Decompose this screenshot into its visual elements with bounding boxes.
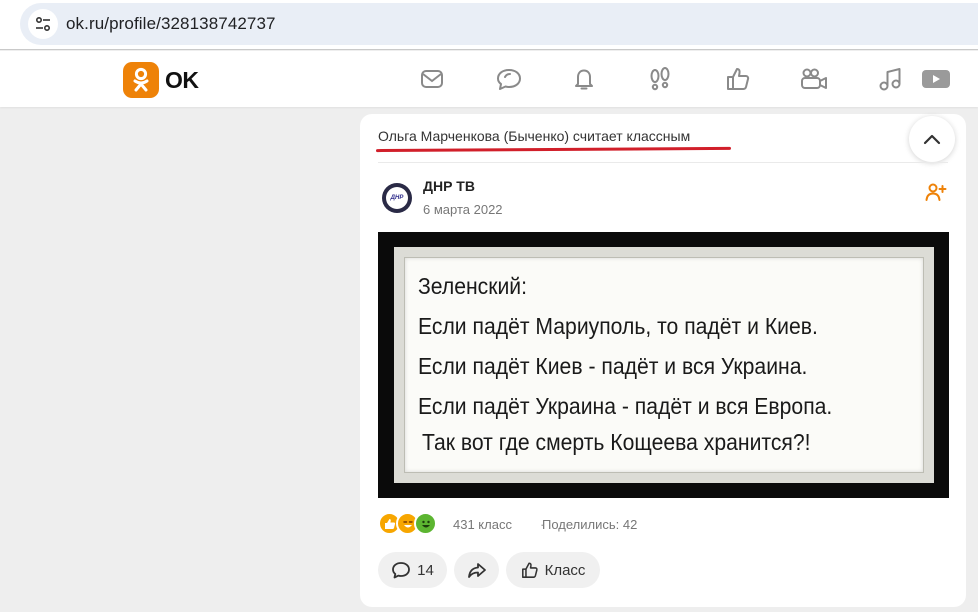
ok-logo-icon [123,62,159,98]
quote-line: Если падёт Украина - падёт и вся Европа. [418,393,833,419]
marks-icon[interactable] [724,65,752,93]
video-calls-icon[interactable] [800,65,828,93]
comments-count: 14 [417,561,434,579]
messages-icon[interactable] [418,65,446,93]
wow-reaction-icon [414,512,437,535]
discussions-icon[interactable] [495,65,523,93]
group-avatar-text: ДНР [386,187,408,209]
music-icon[interactable] [876,65,904,93]
liked-by-text[interactable]: Ольга Марченкова (Быченко) считает класс… [378,128,690,144]
join-group-icon[interactable] [925,181,947,203]
group-avatar[interactable]: ДНР [382,183,412,213]
divider [378,162,948,163]
ok-logo[interactable]: OK [123,62,199,98]
quote-line: Так вот где смерть Кощеева хранится?! [422,429,811,455]
collapse-button[interactable] [909,116,955,162]
annotation-underline [375,146,732,153]
chevron-up-icon [923,134,941,145]
notifications-icon[interactable] [570,65,598,93]
group-name-link[interactable]: ДНР ТВ [423,178,475,194]
quote-card: Зеленский: Если падёт Мариуполь, то падё… [404,257,924,473]
share-button[interactable] [454,552,499,588]
share-icon [467,563,486,578]
ok-logo-text: OK [165,66,199,93]
post-date[interactable]: 6 марта 2022 [423,202,503,217]
url-text[interactable]: ok.ru/profile/328138742737 [66,14,276,34]
class-button[interactable]: Класс [506,552,600,588]
quote-line: Если падёт Мариуполь, то падёт и Киев. [418,313,818,339]
likes-count[interactable]: 431 класс [453,517,512,532]
shares-count[interactable]: Поделились: 42 [542,517,637,532]
site-info-button[interactable] [28,9,58,39]
browser-toolbar: ok.ru/profile/328138742737 [0,0,978,50]
tune-icon [35,16,51,32]
class-button-label: Класс [544,561,586,579]
feed-post-card: Ольга Марченкова (Быченко) считает класс… [360,114,966,607]
video-icon[interactable] [922,65,950,93]
reaction-icons[interactable] [378,512,437,535]
comment-icon [392,562,411,579]
site-header: OK [0,51,978,107]
quote-line: Зеленский: [418,273,528,299]
guests-icon[interactable] [646,65,674,93]
comments-button[interactable]: 14 [378,552,447,588]
quote-frame: Зеленский: Если падёт Мариуполь, то падё… [394,247,934,483]
post-image[interactable]: Зеленский: Если падёт Мариуполь, то падё… [378,232,949,498]
address-bar[interactable]: ok.ru/profile/328138742737 [20,3,978,45]
quote-line: Если падёт Киев - падёт и вся Украина. [418,353,808,379]
thumbs-up-icon [521,562,538,578]
